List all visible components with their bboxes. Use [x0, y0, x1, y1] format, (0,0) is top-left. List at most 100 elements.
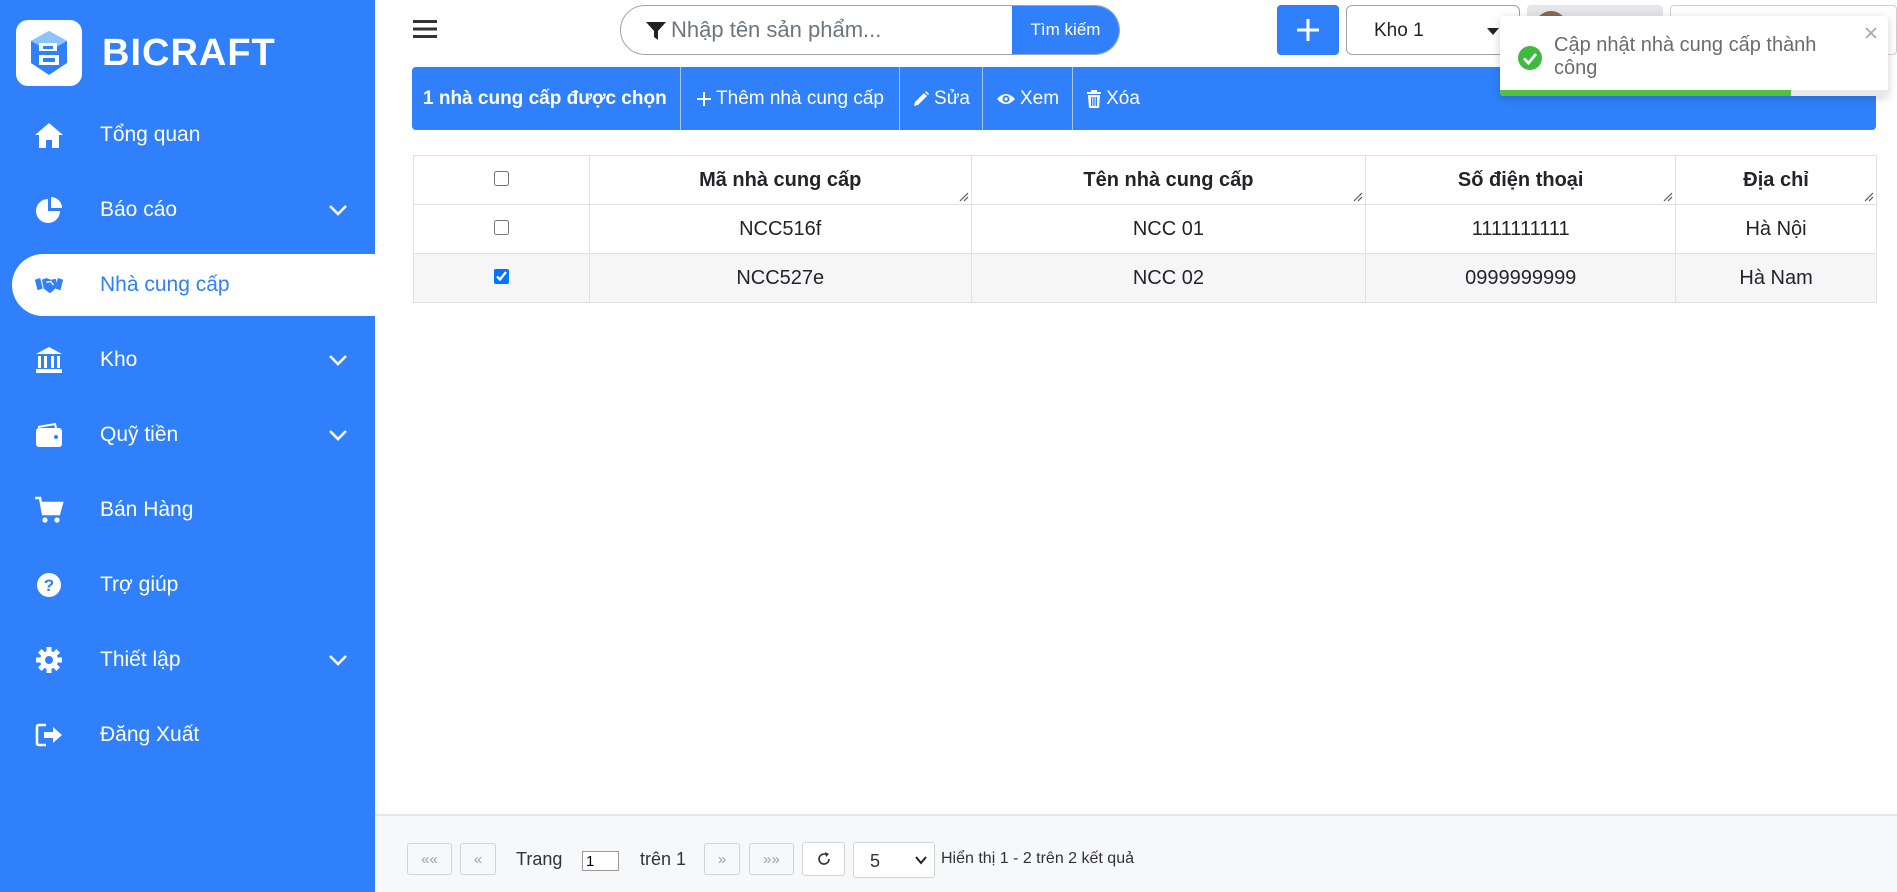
next-page-button[interactable]: »	[704, 843, 740, 875]
refresh-button[interactable]	[802, 842, 845, 876]
search-button[interactable]: Tìm kiếm	[1012, 6, 1119, 54]
svg-text:?: ?	[44, 576, 54, 595]
row-select-cell	[413, 253, 590, 303]
pencil-icon	[914, 90, 930, 106]
resize-handle-icon[interactable]	[959, 192, 969, 202]
resize-handle-icon[interactable]	[1353, 192, 1363, 202]
view-button[interactable]: Xem	[983, 67, 1073, 130]
table-row[interactable]: NCC516f NCC 01 1111111111 Hà Nội	[413, 204, 1877, 254]
sidebar-item-label: Tổng quan	[100, 123, 201, 146]
supplier-address: Hà Nam	[1675, 253, 1877, 303]
column-header-label: Tên nhà cung cấp	[1083, 168, 1254, 191]
filter-icon	[646, 22, 666, 40]
refresh-icon	[817, 852, 830, 865]
sidebar-item-label: Kho	[100, 348, 138, 371]
supplier-name: NCC 01	[970, 204, 1367, 254]
column-header-code[interactable]: Mã nhà cung cấp	[588, 155, 972, 205]
sidebar-item-label: Báo cáo	[100, 198, 178, 221]
chevron-down-icon	[915, 856, 927, 865]
logout-icon	[34, 720, 64, 750]
hamburger-icon	[413, 20, 437, 38]
column-header-name[interactable]: Tên nhà cung cấp	[970, 155, 1367, 205]
supplier-code: NCC516f	[588, 204, 972, 254]
eye-icon	[996, 93, 1015, 104]
handshake-icon	[34, 270, 64, 300]
sidebar: BICRAFT Tổng quan Báo cáo Nhà cung cấp K…	[0, 0, 375, 892]
results-summary: Hiển thị 1 - 2 trên 2 kết quả	[941, 850, 1134, 867]
logo-icon	[16, 20, 82, 86]
search-input[interactable]	[671, 6, 1031, 54]
sidebar-item-label: Bán Hàng	[100, 498, 194, 521]
brand-name: BICRAFT	[102, 31, 276, 74]
warehouse-select[interactable]: Kho 1	[1346, 5, 1520, 55]
plus-icon	[1297, 19, 1319, 41]
sidebar-item-sales[interactable]: Bán Hàng	[12, 479, 375, 541]
view-label: Xem	[1019, 87, 1060, 109]
column-header-phone[interactable]: Số điện thoại	[1365, 155, 1677, 205]
add-supplier-button[interactable]: Thêm nhà cung cấp	[681, 67, 900, 130]
toast-progress-bar	[1500, 90, 1791, 96]
delete-label: Xóa	[1106, 87, 1140, 109]
page-size-select[interactable]: 5	[853, 842, 935, 878]
edit-button[interactable]: Sửa	[900, 67, 983, 130]
sidebar-item-label: Nhà cung cấp	[100, 273, 230, 296]
resize-handle-icon[interactable]	[1864, 192, 1874, 202]
sidebar-item-suppliers[interactable]: Nhà cung cấp	[12, 254, 375, 316]
first-page-button[interactable]: ««	[407, 843, 452, 875]
column-header-label: Mã nhà cung cấp	[699, 168, 862, 191]
sidebar-item-warehouse[interactable]: Kho	[12, 329, 375, 391]
caret-down-icon	[1487, 28, 1499, 35]
warehouse-select-value: Kho 1	[1374, 20, 1424, 41]
cart-icon	[34, 495, 64, 525]
trash-icon	[1087, 89, 1102, 108]
row-checkbox[interactable]	[493, 268, 509, 284]
column-header-label: Địa chỉ	[1743, 168, 1809, 191]
sidebar-item-label: Quỹ tiền	[100, 423, 179, 446]
column-header-address[interactable]: Địa chỉ	[1675, 155, 1877, 205]
search-bar: Tìm kiếm	[620, 5, 1120, 55]
supplier-name: NCC 02	[970, 253, 1367, 303]
selected-count: 1 nhà cung cấp được chọn	[412, 67, 681, 130]
sidebar-item-label: Trợ giúp	[100, 573, 179, 596]
page-total-label: trên 1	[640, 849, 687, 869]
column-header-label: Số điện thoại	[1457, 168, 1584, 191]
select-all-checkbox[interactable]	[493, 170, 509, 186]
gear-icon	[34, 645, 64, 675]
chevron-down-icon	[329, 655, 347, 666]
supplier-phone: 0999999999	[1365, 253, 1677, 303]
row-checkbox[interactable]	[493, 219, 509, 235]
supplier-code: NCC527e	[588, 253, 972, 303]
plus-icon	[697, 91, 712, 106]
sidebar-item-funds[interactable]: Quỹ tiền	[12, 404, 375, 466]
chevron-down-icon	[329, 355, 347, 366]
brand[interactable]: BICRAFT	[16, 20, 276, 86]
quick-add-button[interactable]	[1277, 5, 1339, 55]
sidebar-item-help[interactable]: ? Trợ giúp	[12, 554, 375, 616]
table-row[interactable]: NCC527e NCC 02 0999999999 Hà Nam	[413, 253, 1877, 303]
edit-label: Sửa	[934, 87, 970, 109]
page-number-input[interactable]	[582, 851, 619, 871]
delete-button[interactable]: Xóa	[1073, 67, 1153, 130]
home-icon	[34, 120, 64, 150]
chevron-down-icon	[329, 430, 347, 441]
close-icon[interactable]	[1864, 26, 1878, 40]
last-page-button[interactable]: »»	[749, 843, 794, 875]
prev-page-button[interactable]: «	[460, 843, 496, 875]
sidebar-item-settings[interactable]: Thiết lập	[12, 629, 375, 691]
help-icon: ?	[34, 570, 64, 600]
page-size-value: 5	[870, 851, 881, 871]
table-header-row: Mã nhà cung cấp Tên nhà cung cấp Số điện…	[413, 155, 1877, 205]
supplier-table: Mã nhà cung cấp Tên nhà cung cấp Số điện…	[413, 155, 1877, 303]
sidebar-item-logout[interactable]: Đăng Xuất	[12, 704, 375, 766]
hamburger-menu-button[interactable]	[412, 16, 438, 42]
resize-handle-icon[interactable]	[1663, 192, 1673, 202]
page-label: Trang	[516, 849, 563, 869]
success-toast: Cập nhật nhà cung cấp thành công	[1500, 16, 1888, 96]
select-all-cell	[413, 155, 590, 205]
sidebar-item-reports[interactable]: Báo cáo	[12, 179, 375, 241]
row-select-cell	[413, 204, 590, 254]
pagination-bar: «« « Trang trên 1 » »» 5 Hiển thị 1 - 2 …	[375, 814, 1897, 892]
sidebar-item-overview[interactable]: Tổng quan	[12, 104, 375, 166]
add-supplier-label: Thêm nhà cung cấp	[716, 87, 884, 109]
bank-icon	[34, 345, 64, 375]
